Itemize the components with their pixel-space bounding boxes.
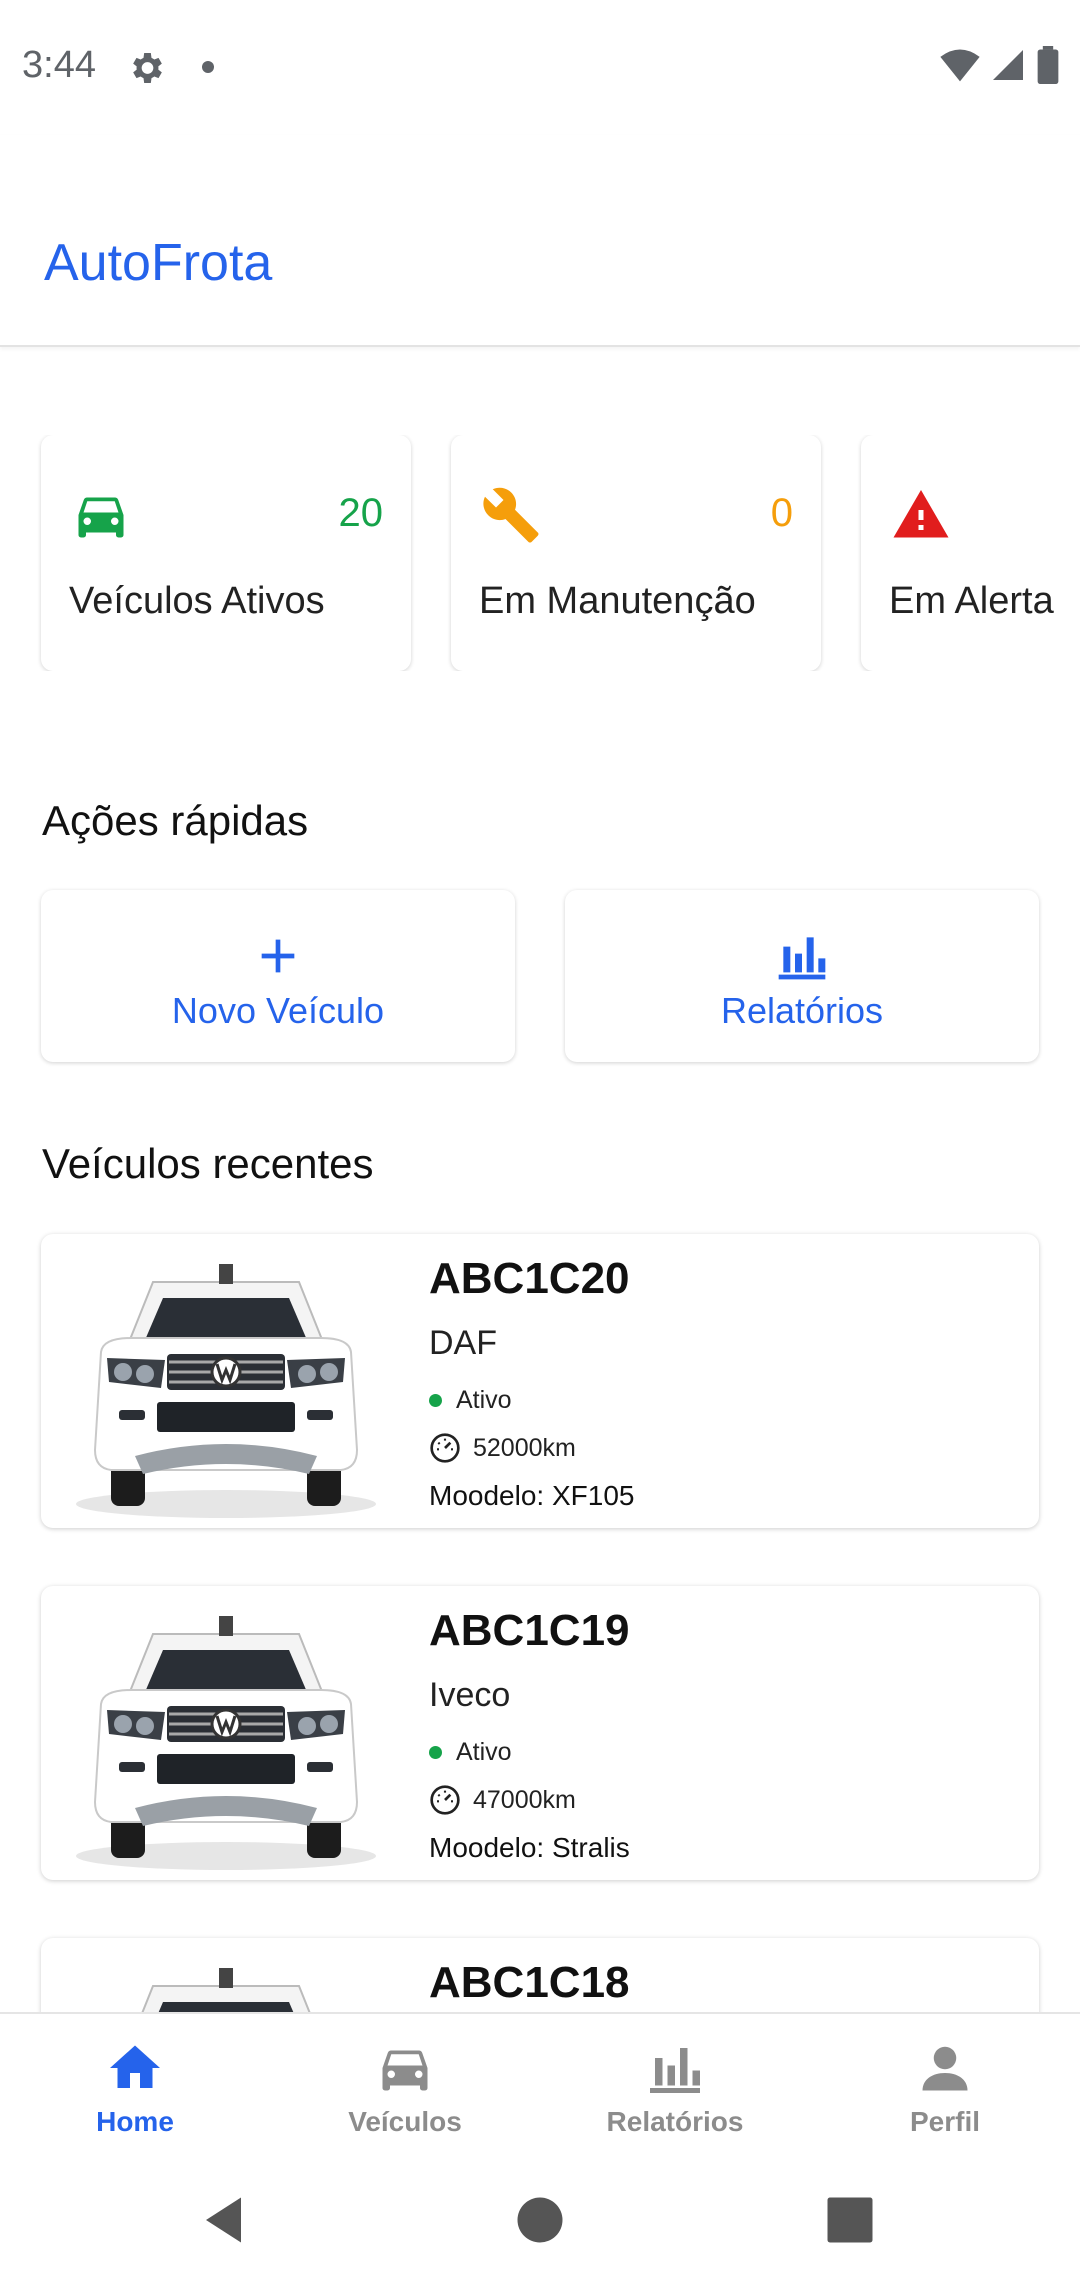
maintenance-count: 0 (770, 491, 793, 535)
vehicle-plate: ABC1C18 (429, 1958, 630, 2007)
vehicle-status-text: Ativo (456, 1738, 512, 1766)
car-icon (382, 2050, 428, 2091)
new-vehicle-label: Novo Veículo (171, 990, 385, 1031)
notification-dot-icon (202, 61, 214, 73)
status-time: 3:44 (22, 44, 96, 86)
stat-label-active: Veículos Ativos (69, 580, 325, 622)
plus-icon (261, 939, 295, 973)
status-dot-icon (429, 1746, 442, 1759)
battery-icon (1037, 46, 1059, 84)
home-icon (110, 2045, 160, 2088)
status-dot-icon (429, 1394, 442, 1407)
car-icon (78, 497, 124, 538)
vehicle-model: Moodelo: XF105 (429, 1480, 635, 1511)
stat-label-maintenance: Em Manutenção (479, 580, 756, 622)
new-vehicle-button[interactable]: Novo Veículo (41, 890, 515, 1062)
vehicle-list[interactable]: ABC1C20 DAF Ativo 52000km Moodelo: XF105… (0, 1200, 1080, 2012)
app-header: AutoFrota (0, 135, 1080, 347)
alert-icon (893, 490, 949, 538)
nav-profile[interactable]: Perfil (810, 2014, 1080, 2162)
wrench-icon (483, 487, 539, 543)
person-icon (922, 2046, 968, 2091)
bottom-navigation: Home Veículos Relatórios Perfil (0, 2012, 1080, 2160)
vehicle-mileage: 47000km (429, 1784, 576, 1816)
system-navigation (0, 2160, 1080, 2280)
nav-vehicles-label: Veículos (348, 2106, 462, 2137)
vehicle-photo (74, 1262, 378, 1520)
quick-actions-title: Ações rápidas (42, 797, 309, 844)
vehicle-status-text: Ativo (456, 1386, 512, 1414)
cellular-signal-icon (993, 50, 1023, 80)
bar-chart-icon (778, 937, 826, 980)
stat-card-alert[interactable]: Em Alerta (861, 435, 1080, 671)
nav-profile-label: Perfil (909, 2106, 981, 2137)
status-icons (940, 46, 1060, 84)
nav-reports[interactable]: Relatórios (540, 2014, 810, 2162)
vehicle-brand: DAF (429, 1324, 497, 1362)
vehicle-card[interactable]: ABC1C18 (41, 1938, 1039, 2012)
vehicle-model: Moodelo: Stralis (429, 1832, 630, 1863)
nav-vehicles[interactable]: Veículos (270, 2014, 540, 2162)
vehicle-plate: ABC1C20 (429, 1254, 630, 1303)
status-bar: 3:44 (0, 0, 1080, 135)
bar-chart-icon (650, 2048, 700, 2093)
vehicle-km-text: 52000km (473, 1433, 576, 1462)
active-count: 20 (338, 491, 384, 535)
home-circle-icon[interactable] (510, 2190, 570, 2250)
vehicle-brand: Iveco (429, 1676, 511, 1714)
vehicle-photo (74, 1966, 378, 2012)
nav-home[interactable]: Home (0, 2014, 270, 2162)
speedometer-icon (430, 1433, 460, 1463)
vehicle-km-text: 47000km (473, 1785, 576, 1814)
nav-home-label: Home (96, 2106, 174, 2137)
stat-label-alert: Em Alerta (889, 580, 1054, 622)
speedometer-icon (430, 1785, 460, 1815)
recent-vehicles-title: Veículos recentes (42, 1140, 374, 1187)
reports-label: Relatórios (720, 990, 884, 1031)
stat-card-maintenance[interactable]: 0 Em Manutenção (451, 435, 821, 671)
vehicle-card[interactable]: ABC1C19 Iveco Ativo 47000km Moodelo: Str… (41, 1586, 1039, 1880)
vehicle-photo (74, 1614, 378, 1872)
vehicle-plate: ABC1C19 (429, 1606, 630, 1655)
vehicle-card[interactable]: ABC1C20 DAF Ativo 52000km Moodelo: XF105 (41, 1234, 1039, 1528)
settings-gear-icon (133, 53, 162, 83)
vehicle-status: Ativo (429, 1386, 512, 1415)
vehicle-mileage: 52000km (429, 1432, 576, 1464)
stats-carousel[interactable]: 20 Veículos Ativos 0 Em Manutenção Em Al… (0, 435, 1080, 671)
nav-reports-label: Relatórios (606, 2106, 744, 2137)
back-icon[interactable] (196, 2190, 256, 2250)
stat-card-active[interactable]: 20 Veículos Ativos (41, 435, 411, 671)
vehicle-status: Ativo (429, 1738, 512, 1767)
recents-square-icon[interactable] (820, 2190, 880, 2250)
app-title: AutoFrota (44, 234, 273, 292)
reports-button[interactable]: Relatórios (565, 890, 1039, 1062)
wifi-icon (940, 49, 980, 82)
